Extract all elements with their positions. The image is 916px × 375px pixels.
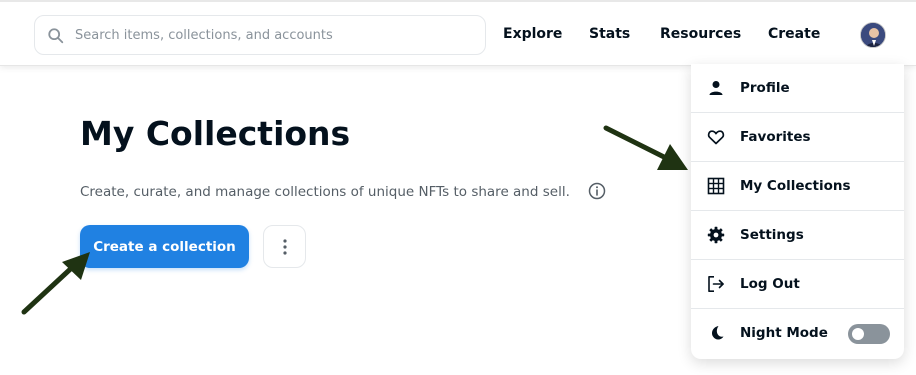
menu-label-favorites: Favorites [740,129,811,145]
more-vertical-icon [282,238,287,255]
menu-label-my-collections: My Collections [740,178,851,194]
toggle-knob [852,328,864,340]
menu-item-my-collections[interactable]: My Collections [691,162,904,211]
menu-label-settings: Settings [740,227,804,243]
nav-stats[interactable]: Stats [589,26,630,42]
menu-item-favorites[interactable]: Favorites [691,113,904,162]
menu-label-night-mode: Night Mode [740,325,828,341]
search-input[interactable] [75,24,475,46]
user-avatar[interactable] [860,22,886,48]
menu-label-log-out: Log Out [740,276,800,292]
heart-icon [707,130,725,145]
annotation-arrow-my-collections-icon [603,125,688,170]
menu-label-profile: Profile [740,80,790,96]
person-icon [709,81,723,95]
search-icon [48,28,64,44]
top-navigation-bar: Explore Stats Resources Create [0,0,916,66]
info-icon[interactable] [588,182,606,200]
moon-icon [712,326,724,340]
annotation-arrow-create-icon [21,252,90,315]
page-title: My Collections [80,114,351,153]
menu-item-settings[interactable]: Settings [691,211,904,260]
more-options-button[interactable] [263,225,306,268]
nav-explore[interactable]: Explore [503,26,562,42]
create-collection-button[interactable]: Create a collection [80,225,249,268]
page-subtitle: Create, curate, and manage collections o… [80,184,570,200]
menu-item-night-mode: Night Mode [691,309,904,358]
nav-create[interactable]: Create [768,26,820,42]
grid-icon [707,177,725,195]
account-dropdown-menu: Profile Favorites My Collections Setting… [691,64,904,359]
logout-icon [708,276,724,292]
avatar-portrait-icon [861,23,885,47]
menu-item-profile[interactable]: Profile [691,64,904,113]
night-mode-toggle[interactable] [848,324,890,344]
search-bar[interactable] [34,15,486,55]
menu-item-log-out[interactable]: Log Out [691,260,904,309]
create-collection-label: Create a collection [93,238,236,255]
gear-icon [707,226,725,244]
nav-resources[interactable]: Resources [660,26,741,42]
